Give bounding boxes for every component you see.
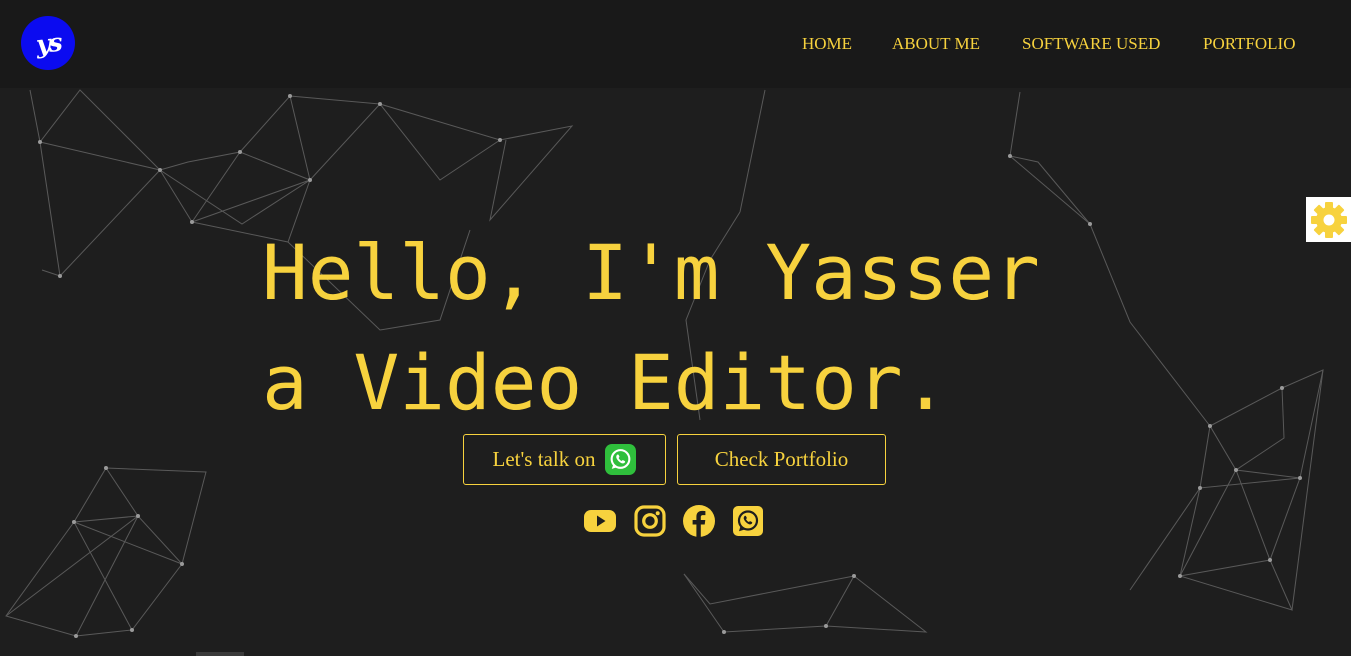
lets-talk-button[interactable]: Let's talk on (463, 434, 666, 485)
logo[interactable]: ys (21, 16, 75, 70)
settings-gear-button[interactable] (1306, 197, 1351, 242)
nav-portfolio-link[interactable]: PORTFOLIO (1203, 34, 1296, 54)
scroll-indicator (196, 652, 244, 656)
navbar: ys HOME ABOUT ME SOFTWARE USED PORTFOLIO (0, 0, 1351, 88)
nav-about-me-link[interactable]: ABOUT ME (892, 34, 980, 54)
hero-line-1: Hello, I'm Yasser (262, 228, 1040, 317)
instagram-icon[interactable] (633, 504, 667, 538)
whatsapp-icon (605, 444, 637, 475)
nav-software-used-link[interactable]: SOFTWARE USED (1022, 34, 1160, 54)
check-portfolio-button[interactable]: Check Portfolio (677, 434, 886, 485)
lets-talk-label: Let's talk on (492, 447, 596, 471)
gear-icon (1310, 201, 1347, 238)
youtube-icon[interactable] (583, 504, 617, 538)
nav-home-link[interactable]: HOME (802, 34, 852, 54)
whatsapp-square-icon[interactable] (731, 504, 765, 538)
hero-line-2: a Video Editor. (262, 338, 949, 427)
logo-text: ys (34, 27, 62, 59)
facebook-icon[interactable] (682, 504, 716, 538)
hero-title: Hello, I'm Yasser a Video Editor. (262, 218, 1040, 438)
